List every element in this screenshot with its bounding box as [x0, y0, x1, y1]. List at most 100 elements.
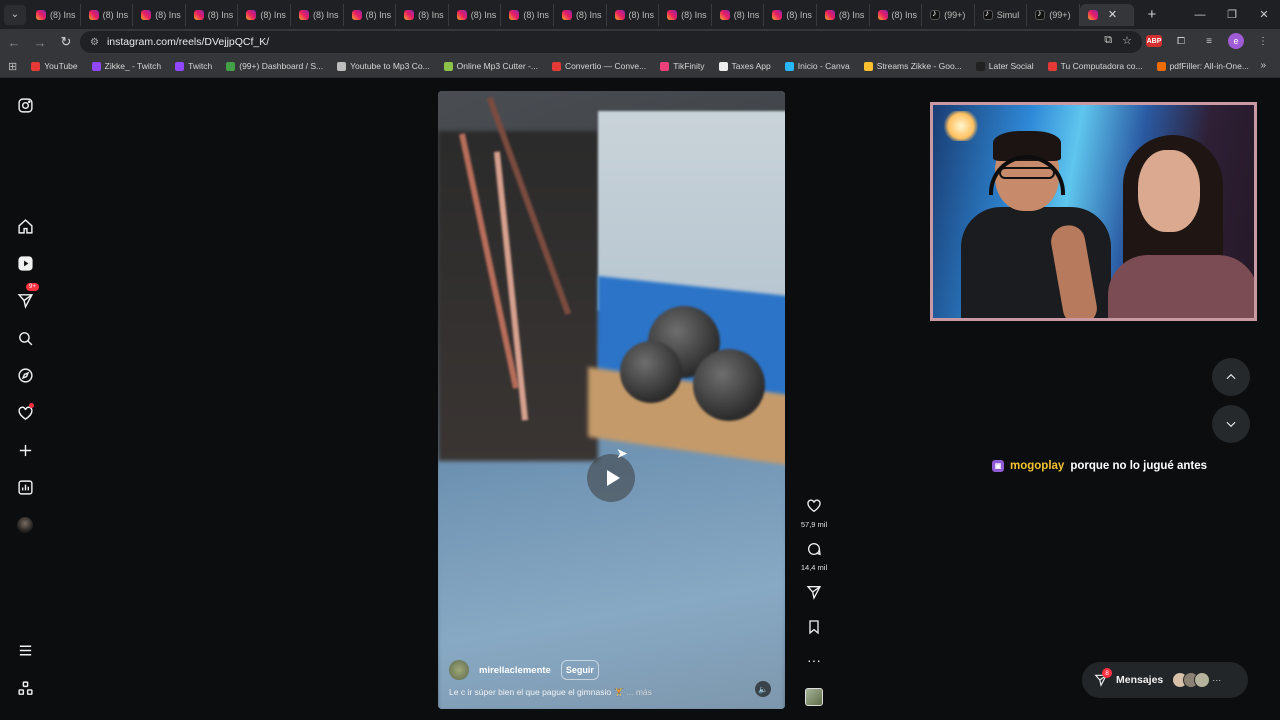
browser-tab[interactable]: (8) Ins	[291, 3, 344, 26]
browser-menu-icon[interactable]: ⋮	[1254, 32, 1272, 50]
apps-grid-icon[interactable]: ⊞	[8, 60, 17, 73]
browser-tab[interactable]: (8) Ins	[186, 3, 239, 26]
bookmark-label: Later Social	[988, 61, 1034, 71]
bookmark-star-icon[interactable]: ☆	[1122, 34, 1132, 47]
heart-icon	[807, 499, 821, 513]
bookmark-favicon-icon	[1047, 61, 1057, 71]
bookmark-item[interactable]: TikFinity	[660, 61, 705, 71]
direct-messages-icon[interactable]: 9+	[14, 283, 39, 311]
dashboard-chart-icon[interactable]	[14, 476, 36, 498]
bookmark-item[interactable]: Online Mp3 Cutter -...	[443, 61, 538, 71]
like-button[interactable]: 57,9 mil	[798, 498, 830, 529]
also-from-meta-icon[interactable]	[14, 677, 36, 699]
bookmark-favicon-icon	[551, 61, 561, 71]
browser-tab[interactable]: (8) Ins	[870, 3, 923, 26]
tiktok-favicon-icon	[930, 8, 941, 20]
browser-tab[interactable]: (8) Ins	[449, 3, 502, 26]
message-avatars	[1172, 672, 1211, 688]
likes-count: 57,9 mil	[800, 520, 828, 529]
tab-search-button[interactable]: ⌄	[4, 4, 26, 25]
bookmark-item[interactable]: YouTube	[31, 61, 78, 71]
bookmark-item[interactable]: Youtube to Mp3 Co...	[337, 61, 430, 71]
browser-tab[interactable]: (8) Ins	[817, 3, 870, 26]
site-info-icon[interactable]: ⚙	[90, 37, 99, 48]
browser-tab[interactable]: (8) Ins	[764, 3, 817, 26]
previous-reel-button[interactable]	[1212, 358, 1250, 396]
bookmark-label: Twitch	[188, 61, 213, 71]
bookmark-item[interactable]: (99+) Dashboard / S...	[226, 61, 323, 71]
minimize-button[interactable]: —	[1184, 0, 1216, 29]
reel-video[interactable]	[438, 91, 785, 709]
media-controls-icon[interactable]: ≡	[1200, 32, 1218, 50]
url-text: instagram.com/reels/DVejjpQCf_K/	[106, 36, 270, 48]
browser-tab[interactable]: (99+)	[922, 3, 975, 26]
bookmark-item[interactable]: Zikke_ - Twitch	[91, 61, 161, 71]
browser-toolbar: ← → ↻ ⚙ instagram.com/reels/DVejjpQCf_K/…	[0, 29, 1280, 55]
bookmark-item[interactable]: Inicio - Canva	[784, 61, 850, 71]
next-reel-button[interactable]	[1212, 405, 1250, 443]
home-icon[interactable]	[14, 215, 36, 237]
follow-button[interactable]: Seguir	[560, 660, 599, 680]
profile-avatar[interactable]: e	[1228, 33, 1244, 49]
bookmark-item[interactable]: Tu Computadora co...	[1047, 61, 1143, 71]
address-bar[interactable]: ⚙ instagram.com/reels/DVejjpQCf_K/ ⧉ ☆	[80, 31, 1142, 53]
browser-tab[interactable]: (8) Ins	[396, 3, 449, 26]
browser-tab[interactable]: (8) Ins	[501, 3, 554, 26]
install-app-icon[interactable]: ⧉	[1104, 34, 1112, 47]
save-button[interactable]	[798, 619, 830, 640]
bookmark-item[interactable]: Twitch	[175, 61, 212, 71]
bookmark-favicon-icon	[91, 61, 101, 71]
bookmark-item[interactable]: Later Social	[975, 61, 1034, 71]
browser-tab[interactable]: (8) Ins	[607, 3, 660, 26]
share-icon	[806, 586, 822, 600]
reload-button[interactable]: ↻	[54, 30, 78, 54]
explore-compass-icon[interactable]	[14, 364, 36, 386]
author-avatar[interactable]	[449, 660, 469, 680]
close-window-button[interactable]: ✕	[1248, 0, 1280, 29]
messages-button[interactable]: 8 Mensajes ···	[1082, 662, 1248, 698]
browser-tab[interactable]: (8) Ins	[712, 3, 765, 26]
bookmark-item[interactable]: Streams Zikke - Goo...	[863, 61, 962, 71]
audio-thumbnail[interactable]	[798, 688, 830, 706]
author-username[interactable]: mirellaclemente	[479, 665, 551, 676]
more-options-icon[interactable]: ···	[798, 653, 830, 667]
instagram-logo-icon[interactable]	[14, 94, 36, 116]
instagram-favicon-icon	[298, 9, 309, 20]
tab-label: (8) Ins	[418, 9, 444, 20]
browser-tab[interactable]: (8) Ins	[28, 3, 81, 26]
bookmark-item[interactable]: pdfFiller: All-in-One...	[1156, 61, 1249, 71]
caption-more-link[interactable]: ... más	[626, 687, 652, 697]
browser-tab[interactable]: (99+)	[1027, 3, 1080, 26]
forward-button[interactable]: →	[28, 30, 52, 54]
reels-icon[interactable]	[14, 252, 36, 274]
browser-tab[interactable]: (8) Ins	[238, 3, 291, 26]
profile-avatar-icon[interactable]	[14, 514, 36, 536]
back-button[interactable]: ←	[2, 30, 26, 54]
browser-tab[interactable]: (8) Ins	[133, 3, 186, 26]
create-plus-icon[interactable]	[14, 439, 36, 461]
mute-toggle-icon[interactable]: 🔈	[755, 681, 771, 697]
tab-active[interactable]: ✕	[1079, 3, 1134, 26]
adblock-extension-icon[interactable]: ABP	[1146, 35, 1162, 47]
bookmark-label: Youtube to Mp3 Co...	[350, 61, 430, 71]
close-tab-icon[interactable]: ✕	[1108, 8, 1117, 21]
more-menu-icon[interactable]	[14, 639, 36, 661]
share-button[interactable]	[798, 584, 830, 605]
new-tab-button[interactable]: +	[1140, 6, 1164, 23]
comment-button[interactable]: 14,4 mil	[798, 541, 830, 572]
bookmark-item[interactable]: Taxes App	[718, 61, 771, 71]
restore-button[interactable]: ❐	[1216, 0, 1248, 29]
browser-tab[interactable]: (8) Ins	[554, 3, 607, 26]
browser-tab[interactable]: (8) Ins	[659, 3, 712, 26]
browser-tab[interactable]: (8) Ins	[344, 3, 397, 26]
extensions-puzzle-icon[interactable]: ⧠	[1172, 32, 1190, 50]
browser-tab[interactable]: Simul	[975, 3, 1028, 26]
search-icon[interactable]	[14, 327, 36, 349]
notification-dot	[29, 403, 34, 408]
bookmark-item[interactable]: Convertio — Conve...	[551, 61, 646, 71]
bookmarks-overflow-icon[interactable]: »	[1260, 60, 1266, 71]
play-button[interactable]	[587, 454, 635, 502]
browser-tab[interactable]: (8) Ins	[81, 3, 134, 26]
notifications-heart-icon[interactable]	[14, 402, 36, 424]
messenger-icon: 8	[1094, 668, 1112, 687]
